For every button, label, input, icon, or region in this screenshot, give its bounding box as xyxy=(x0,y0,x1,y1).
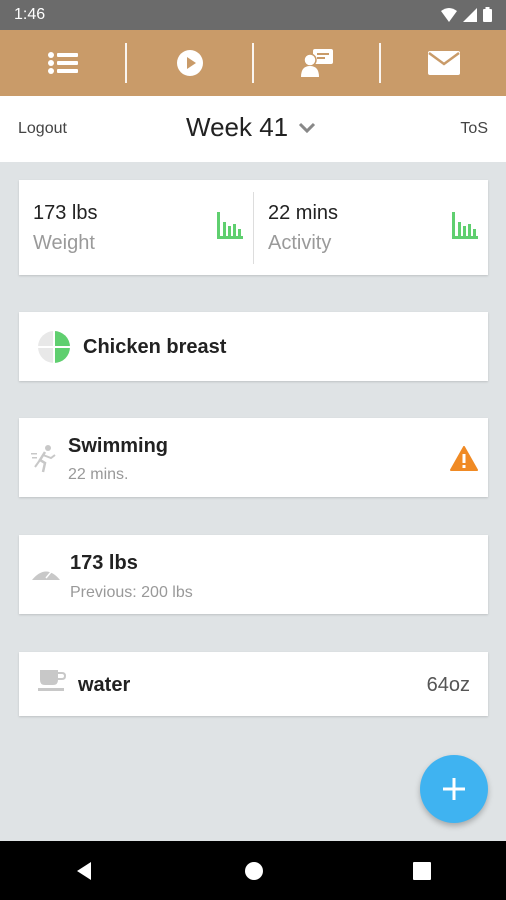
bar-chart-icon xyxy=(452,212,478,239)
running-icon xyxy=(31,445,56,473)
scale-icon xyxy=(32,571,60,580)
toolbar-divider xyxy=(252,43,254,83)
week-selector[interactable]: Week 41 xyxy=(186,112,316,143)
chevron-down-icon xyxy=(299,122,316,133)
water-amount: 64oz xyxy=(426,674,470,696)
water-title: water xyxy=(78,674,131,696)
toolbar-divider xyxy=(379,43,381,83)
status-time: 1:46 xyxy=(14,6,46,23)
exercise-card[interactable]: Swimming 22 mins. xyxy=(19,418,488,497)
recents-icon[interactable] xyxy=(413,861,432,880)
tos-link[interactable]: ToS xyxy=(460,120,488,138)
weigh-in-card[interactable]: 173 lbs Previous: 200 lbs xyxy=(19,535,488,614)
contacts-icon xyxy=(300,49,333,77)
plus-icon xyxy=(443,778,465,800)
exercise-title: Swimming xyxy=(68,435,169,457)
list-icon xyxy=(47,52,78,74)
play-icon xyxy=(176,50,203,76)
list-button[interactable] xyxy=(0,30,125,96)
week-label: Week 41 xyxy=(186,112,289,142)
top-toolbar xyxy=(0,30,506,96)
logout-link[interactable]: Logout xyxy=(18,120,67,138)
add-button[interactable] xyxy=(420,755,488,823)
food-title: Chicken breast xyxy=(83,336,227,358)
activity-label: Activity xyxy=(268,232,332,254)
weigh-in-subtitle: Previous: 200 lbs xyxy=(70,584,193,601)
status-bar: 1:46 xyxy=(0,0,506,30)
play-button[interactable] xyxy=(127,30,252,96)
wifi-icon xyxy=(441,7,457,22)
weight-stat[interactable]: 173 lbs Weight xyxy=(19,180,253,275)
food-card[interactable]: Chicken breast xyxy=(19,312,488,381)
bar-chart-icon xyxy=(217,212,243,239)
mail-button[interactable] xyxy=(381,30,506,96)
exercise-subtitle: 22 mins. xyxy=(68,466,129,483)
battery-icon xyxy=(483,7,492,22)
activity-value: 22 mins xyxy=(268,202,339,224)
contacts-button[interactable] xyxy=(254,30,379,96)
home-icon[interactable] xyxy=(244,861,264,881)
mail-icon xyxy=(427,51,460,75)
week-bar: Logout Week 41 ToS xyxy=(0,96,506,162)
toolbar-divider xyxy=(125,43,127,83)
status-icons xyxy=(441,7,492,22)
signal-icon xyxy=(463,7,477,22)
weight-value: 173 lbs xyxy=(33,202,98,224)
weight-label: Weight xyxy=(33,232,95,254)
weigh-in-title: 173 lbs xyxy=(70,552,138,574)
warning-icon[interactable] xyxy=(450,446,478,471)
activity-stat[interactable]: 22 mins Activity xyxy=(254,180,488,275)
stats-card: 173 lbs Weight 22 mins Activity xyxy=(19,180,488,275)
plate-icon xyxy=(38,331,70,363)
cup-icon xyxy=(38,670,67,691)
back-icon[interactable] xyxy=(75,861,95,881)
system-nav-bar xyxy=(0,841,506,900)
water-card[interactable]: water 64oz xyxy=(19,652,488,716)
